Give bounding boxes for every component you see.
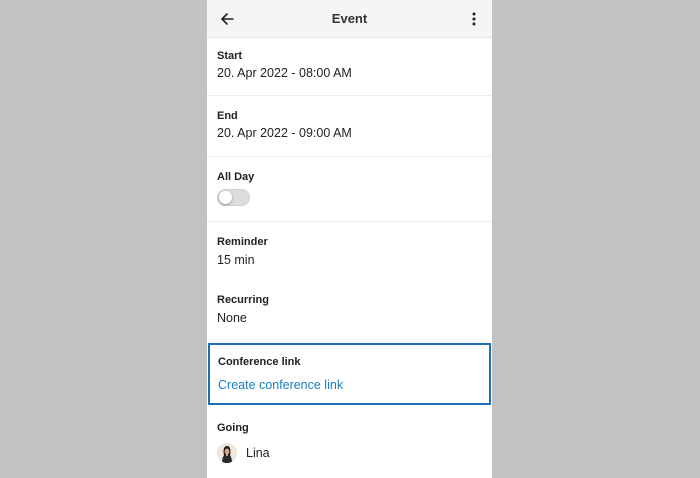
end-field[interactable]: End 20. Apr 2022 - 09:00 AM [207, 96, 492, 157]
start-label: Start [217, 50, 243, 62]
create-conference-link[interactable]: Create conference link [218, 378, 343, 392]
going-label: Going [217, 422, 249, 434]
all-day-field: All Day [207, 157, 492, 222]
avatar[interactable] [217, 443, 237, 463]
toggle-knob [219, 191, 232, 204]
attendee-name: Lina [246, 446, 270, 460]
recurring-label: Recurring [217, 294, 269, 306]
more-options-button[interactable] [464, 9, 484, 29]
app-bar: Event [207, 0, 492, 38]
end-label: End [217, 110, 238, 122]
page-title: Event [331, 11, 368, 26]
reminder-label: Reminder [217, 236, 268, 248]
end-value: 20. Apr 2022 - 09:00 AM [217, 126, 352, 140]
all-day-toggle[interactable] [217, 189, 250, 206]
start-field[interactable]: Start 20. Apr 2022 - 08:00 AM [207, 38, 492, 96]
reminder-field[interactable]: Reminder 15 min [207, 222, 492, 280]
recurring-value: None [217, 311, 247, 325]
person-avatar-icon [217, 443, 237, 463]
more-vertical-icon [472, 12, 476, 26]
start-value: 20. Apr 2022 - 08:00 AM [217, 66, 352, 80]
all-day-label: All Day [217, 171, 255, 183]
conference-label: Conference link [218, 356, 301, 368]
conference-link-field[interactable]: Conference link Create conference link [208, 343, 491, 405]
event-screen: Event Start 20. Apr 2022 - 08:00 AM End … [207, 0, 492, 478]
recurring-field[interactable]: Recurring None [207, 280, 492, 342]
reminder-value: 15 min [217, 253, 255, 267]
